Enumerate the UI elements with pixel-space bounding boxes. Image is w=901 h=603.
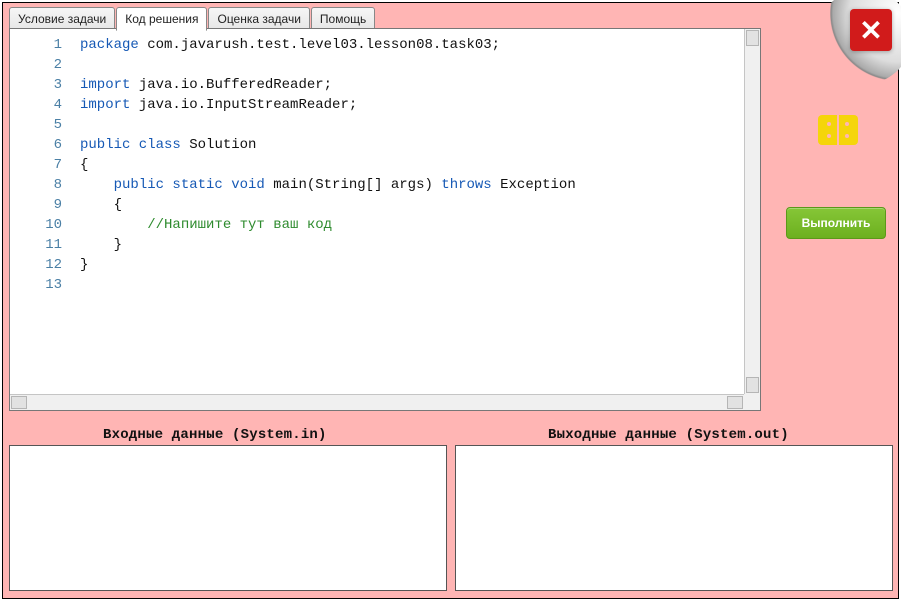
scroll-corner (744, 394, 760, 410)
app-window: Условие задачиКод решенияОценка задачиПо… (2, 2, 899, 599)
output-label: Выходные данные (System.out) (548, 427, 789, 443)
code-line: } (80, 235, 744, 255)
line-number: 1 (10, 35, 62, 55)
code-line: import java.io.InputStreamReader; (80, 95, 744, 115)
line-number: 5 (10, 115, 62, 135)
code-line: public static void main(String[] args) t… (80, 175, 744, 195)
code-line: { (80, 155, 744, 175)
line-number: 11 (10, 235, 62, 255)
code-area[interactable]: package com.javarush.test.level03.lesson… (70, 29, 744, 394)
line-gutter: 12345678910111213 (10, 29, 70, 394)
line-number: 2 (10, 55, 62, 75)
code-line (80, 115, 744, 135)
code-line (80, 275, 744, 295)
code-line: package com.javarush.test.level03.lesson… (80, 35, 744, 55)
input-textarea[interactable] (9, 445, 447, 591)
horizontal-scrollbar[interactable] (10, 394, 744, 410)
line-number: 9 (10, 195, 62, 215)
line-number: 12 (10, 255, 62, 275)
line-number: 3 (10, 75, 62, 95)
vertical-scrollbar[interactable] (744, 29, 760, 394)
line-number: 4 (10, 95, 62, 115)
line-number: 8 (10, 175, 62, 195)
ticket-icon[interactable] (818, 115, 858, 145)
code-line: } (80, 255, 744, 275)
line-number: 7 (10, 155, 62, 175)
code-line: //Напишите тут ваш код (80, 215, 744, 235)
input-label: Входные данные (System.in) (103, 427, 327, 443)
code-editor[interactable]: 12345678910111213 package com.javarush.t… (9, 28, 761, 411)
close-icon: ✕ (859, 14, 882, 47)
code-line: public class Solution (80, 135, 744, 155)
code-line: { (80, 195, 744, 215)
code-line: import java.io.BufferedReader; (80, 75, 744, 95)
line-number: 10 (10, 215, 62, 235)
run-button[interactable]: Выполнить (786, 207, 886, 239)
output-textarea[interactable] (455, 445, 893, 591)
line-number: 6 (10, 135, 62, 155)
page-curl-corner: ✕ (820, 1, 900, 81)
line-number: 13 (10, 275, 62, 295)
run-button-label: Выполнить (802, 216, 871, 230)
code-line (80, 55, 744, 75)
close-button[interactable]: ✕ (850, 9, 892, 51)
tab-1[interactable]: Код решения (116, 7, 207, 31)
